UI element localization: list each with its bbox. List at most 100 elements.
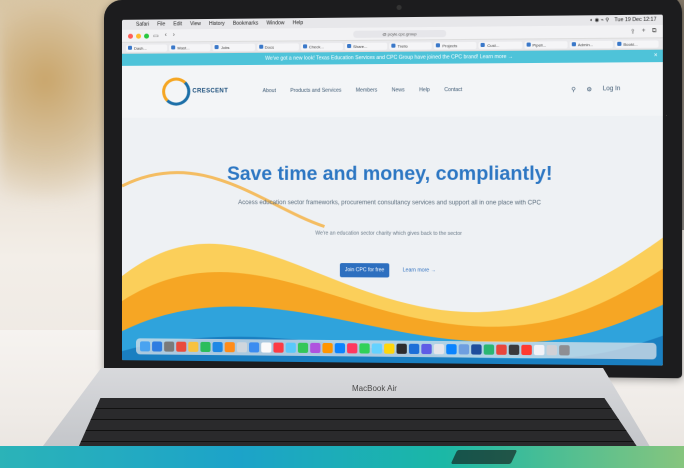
app-icon[interactable] bbox=[521, 345, 531, 355]
zoom-window-icon[interactable] bbox=[144, 33, 149, 38]
app-icon[interactable] bbox=[459, 344, 469, 354]
nav-link-help[interactable]: Help bbox=[419, 87, 430, 93]
laptop-screen: Safari File Edit View History Bookmarks … bbox=[122, 15, 663, 366]
app-icon[interactable] bbox=[273, 343, 283, 353]
app-icon[interactable] bbox=[359, 343, 369, 353]
trash-icon[interactable] bbox=[559, 345, 570, 355]
nav-link-members[interactable]: Members bbox=[356, 87, 377, 93]
key-row-divider bbox=[78, 419, 638, 420]
app-icon[interactable] bbox=[547, 345, 558, 355]
address-bar[interactable]: @ pcyle.cpc.group bbox=[353, 29, 446, 37]
menu-item[interactable]: Help bbox=[293, 20, 304, 26]
settings-icon[interactable]: ⚙ bbox=[586, 86, 592, 93]
menu-item[interactable]: Window bbox=[266, 20, 284, 26]
favicon-icon bbox=[391, 44, 395, 48]
key-row-divider bbox=[78, 408, 638, 409]
favicon-icon bbox=[481, 43, 485, 47]
menu-item[interactable]: Edit bbox=[173, 21, 182, 27]
app-icon[interactable] bbox=[322, 343, 332, 353]
app-icon[interactable] bbox=[152, 341, 162, 351]
browser-tab[interactable]: Pipeli... bbox=[524, 41, 567, 49]
app-icon[interactable] bbox=[310, 343, 320, 353]
app-icon[interactable] bbox=[200, 342, 210, 352]
laptop-lid: Safari File Edit View History Bookmarks … bbox=[104, 0, 682, 378]
finder-icon[interactable] bbox=[140, 341, 150, 351]
favicon-icon bbox=[617, 42, 621, 46]
site-header: CRESCENT About Products and Services Mem… bbox=[122, 62, 663, 118]
toolbar-nav[interactable]: ▭ ‹ › bbox=[153, 32, 175, 39]
close-window-icon[interactable] bbox=[128, 33, 133, 38]
learn-more-link[interactable]: Learn more → bbox=[399, 263, 440, 277]
window-controls[interactable] bbox=[128, 33, 149, 38]
header-actions: ⚲ ⚙ Log In bbox=[571, 86, 620, 93]
app-icon[interactable] bbox=[176, 342, 186, 352]
new-tab-icon[interactable]: + bbox=[642, 28, 646, 35]
browser-tab[interactable]: Trello bbox=[389, 42, 432, 49]
browser-tab[interactable]: Docs bbox=[257, 43, 299, 50]
hero-subtitle: Access education sector frameworks, proc… bbox=[223, 198, 557, 208]
app-icon[interactable] bbox=[298, 343, 308, 353]
menu-item[interactable]: Bookmarks bbox=[233, 21, 258, 27]
menu-item[interactable]: Safari bbox=[136, 22, 149, 28]
app-icon[interactable] bbox=[509, 345, 519, 355]
app-icon[interactable] bbox=[446, 344, 456, 354]
app-icon[interactable] bbox=[434, 344, 444, 354]
browser-tab[interactable]: Check... bbox=[301, 43, 343, 50]
sidebar-icon[interactable]: ▭ bbox=[153, 32, 159, 39]
nav-link-contact[interactable]: Contact bbox=[444, 87, 462, 93]
browser-tab[interactable]: Booki... bbox=[615, 40, 659, 48]
nav-link-news[interactable]: News bbox=[392, 87, 405, 93]
forward-icon[interactable]: › bbox=[173, 32, 175, 39]
app-icon[interactable] bbox=[213, 342, 223, 352]
login-link[interactable]: Log In bbox=[603, 86, 621, 92]
app-icon[interactable] bbox=[335, 343, 345, 353]
key-row-divider bbox=[78, 441, 638, 442]
favicon-icon bbox=[436, 43, 440, 47]
app-icon[interactable] bbox=[534, 345, 544, 355]
menu-item[interactable]: File bbox=[157, 21, 165, 27]
app-icon[interactable] bbox=[484, 344, 494, 354]
browser-tab[interactable]: Jobs bbox=[213, 43, 255, 50]
app-icon[interactable] bbox=[249, 342, 259, 352]
app-icon[interactable] bbox=[286, 343, 296, 353]
share-icon[interactable]: ⇪ bbox=[630, 28, 635, 35]
close-icon[interactable]: × bbox=[654, 50, 658, 62]
app-icon[interactable] bbox=[261, 342, 271, 352]
join-button[interactable]: Join CPC for free bbox=[340, 263, 389, 277]
app-icon[interactable] bbox=[188, 342, 198, 352]
app-icon[interactable] bbox=[164, 342, 174, 352]
menubar-clock[interactable]: Tue 19 Dec 12:17 bbox=[614, 17, 656, 24]
site-logo[interactable]: CRESCENT bbox=[162, 77, 228, 106]
app-icon[interactable] bbox=[471, 344, 481, 354]
browser-tab[interactable]: Mast... bbox=[169, 44, 211, 51]
minimize-window-icon[interactable] bbox=[136, 33, 141, 38]
browser-tab[interactable]: Dash... bbox=[126, 44, 167, 51]
menu-item[interactable]: History bbox=[209, 21, 225, 27]
app-icon[interactable] bbox=[496, 345, 506, 355]
app-icon[interactable] bbox=[237, 342, 247, 352]
nav-link-products[interactable]: Products and Services bbox=[290, 88, 341, 94]
nav-link-about[interactable]: About bbox=[263, 88, 276, 94]
toolbar-actions[interactable]: ⇪ + ⧉ bbox=[630, 28, 656, 35]
browser-tab[interactable]: Admin... bbox=[569, 40, 612, 48]
hero-title: Save time and money, compliantly! bbox=[122, 163, 663, 186]
app-icon[interactable] bbox=[409, 344, 419, 354]
banner-text[interactable]: We've got a new look! Texas Education Se… bbox=[265, 54, 513, 62]
status-icons[interactable]: ◐ ◉ ⌁ ⚲ bbox=[590, 17, 609, 23]
browser-tab[interactable]: Cust... bbox=[479, 41, 522, 49]
favicon-icon bbox=[128, 46, 132, 50]
app-icon[interactable] bbox=[372, 343, 382, 353]
search-icon[interactable]: ⚲ bbox=[571, 86, 576, 93]
browser-tab[interactable]: Share... bbox=[345, 42, 387, 49]
app-icon[interactable] bbox=[225, 342, 235, 352]
app-icon[interactable] bbox=[384, 344, 394, 354]
camera-icon bbox=[397, 5, 402, 10]
app-icon[interactable] bbox=[421, 344, 431, 354]
back-icon[interactable]: ‹ bbox=[165, 32, 167, 39]
app-icon[interactable] bbox=[397, 344, 407, 354]
tab-overview-icon[interactable]: ⧉ bbox=[652, 28, 657, 35]
app-icon[interactable] bbox=[347, 343, 357, 353]
device-label: MacBook Air bbox=[352, 384, 397, 393]
menu-item[interactable]: View bbox=[190, 21, 201, 27]
browser-tab[interactable]: Projects bbox=[434, 41, 477, 48]
